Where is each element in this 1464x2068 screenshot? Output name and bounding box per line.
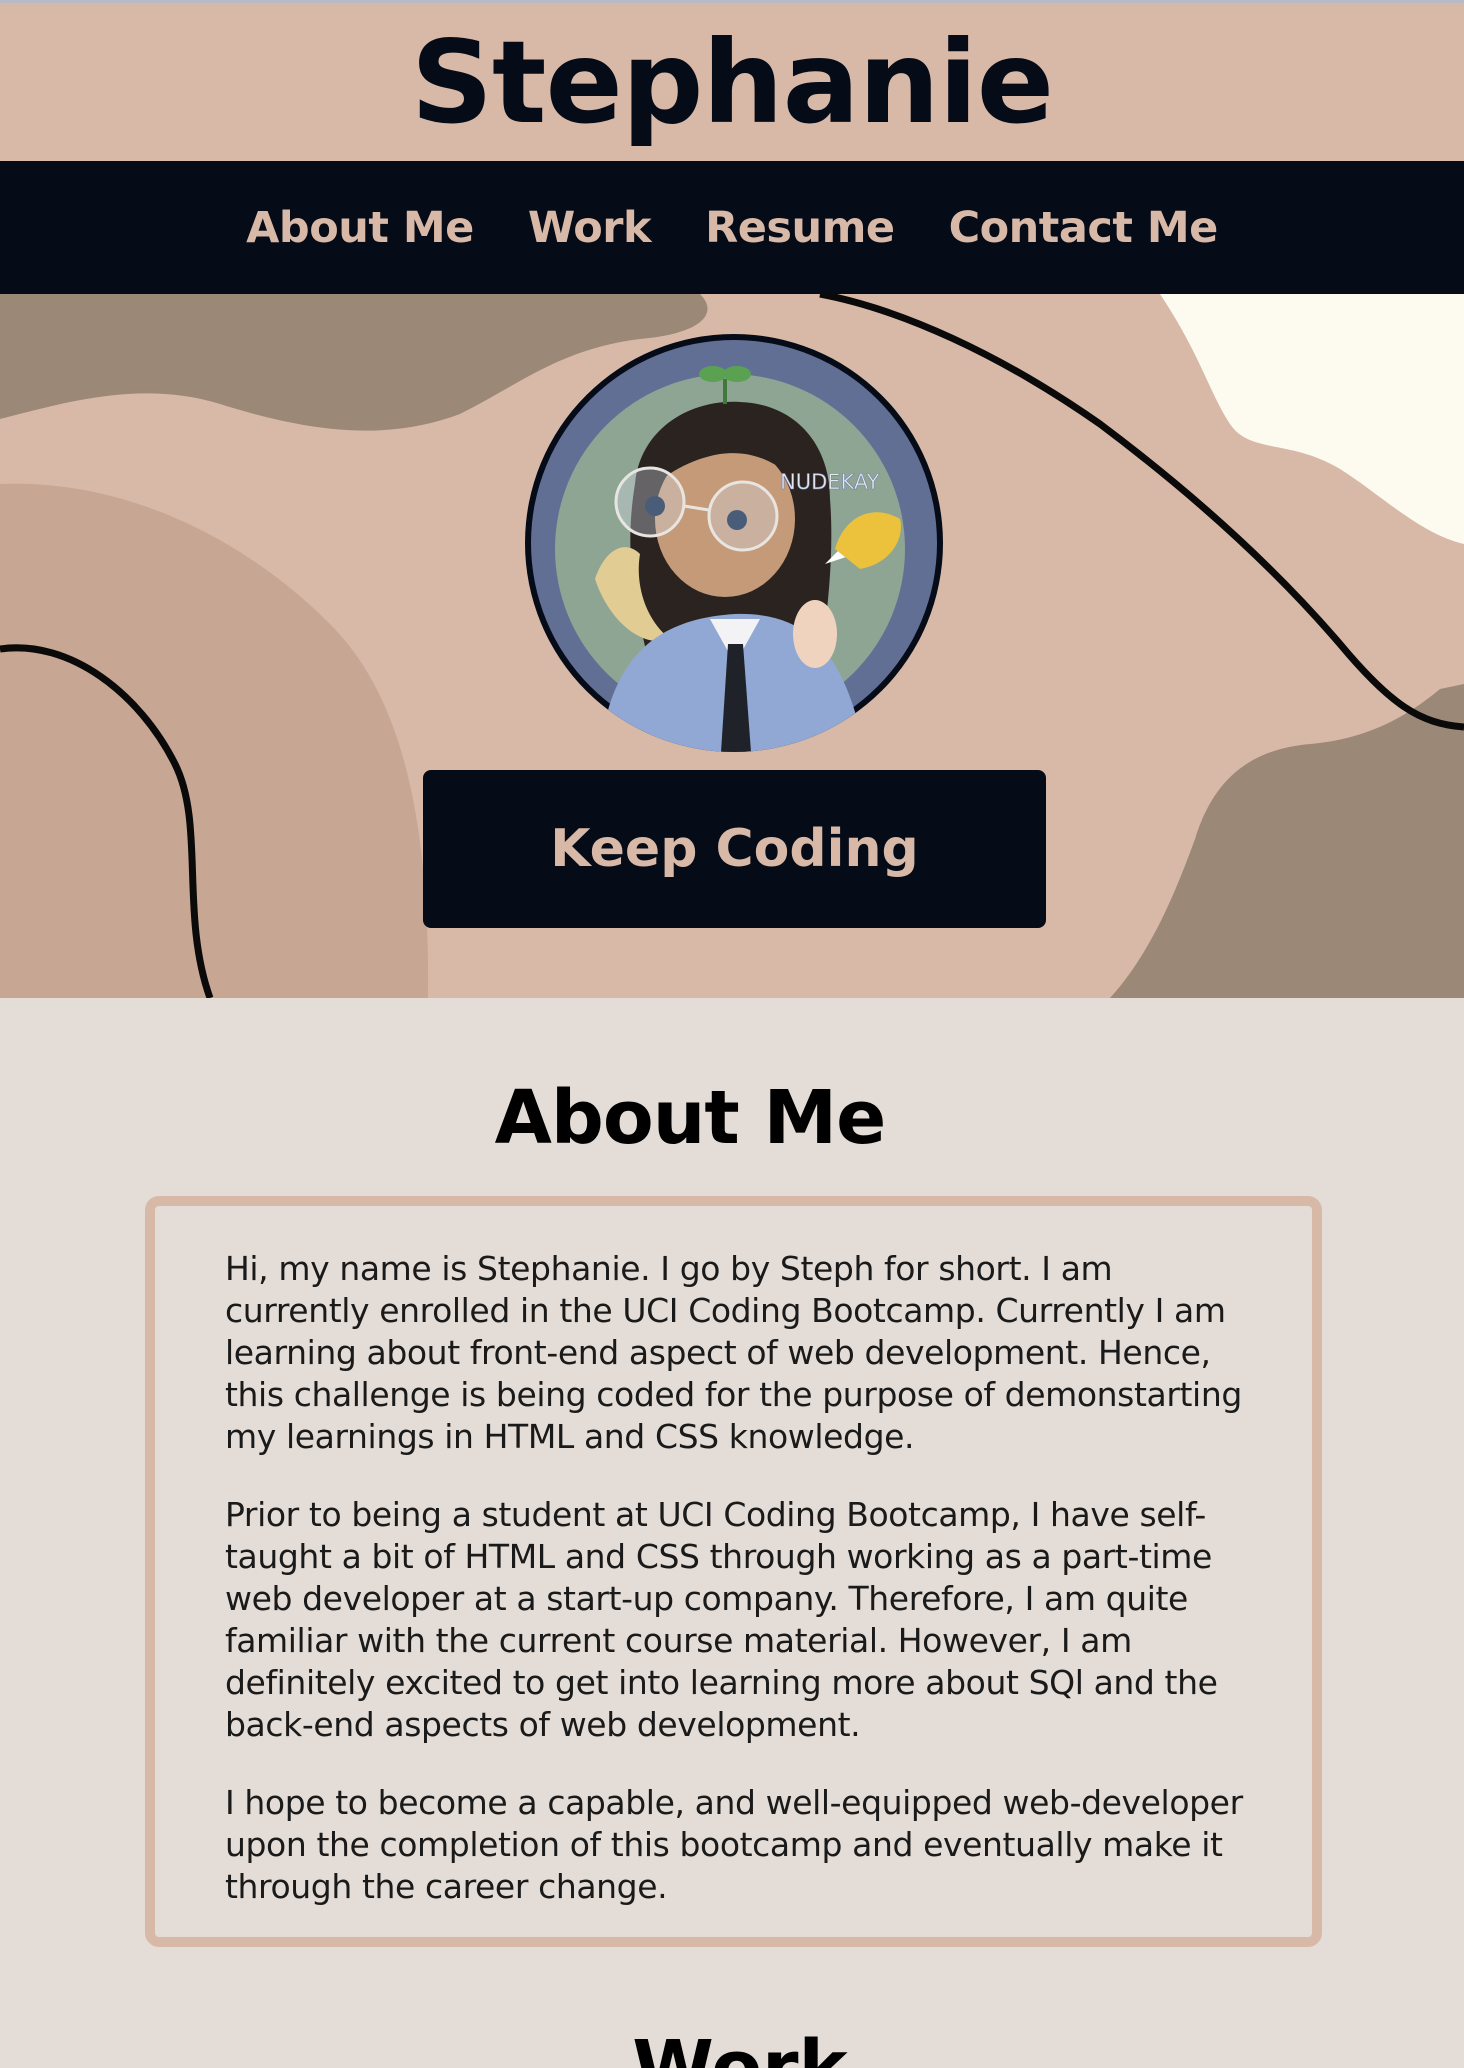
about-paragraph-1: Hi, my name is Stephanie. I go by Steph … [225,1249,1242,1456]
nav-link-resume[interactable]: Resume [705,203,895,253]
site-header: Stephanie [0,0,1464,161]
about-me-card: Hi, my name is Stephanie. I go by Steph … [145,1196,1322,1947]
avatar-watermark: NUDEKAY [780,470,880,494]
avatar-illustration: NUDEKAY [531,340,937,752]
site-title: Stephanie [410,16,1054,149]
about-paragraph-2: Prior to being a student at UCI Coding B… [225,1495,1218,1744]
keep-coding-button[interactable]: Keep Coding [423,770,1046,928]
main-nav: About Me Work Resume Contact Me [0,161,1464,294]
about-me-heading: About Me [494,1075,887,1161]
nav-link-work[interactable]: Work [528,203,652,253]
hero-section: NUDEKAY Keep Coding [0,294,1464,998]
about-paragraph-3: I hope to become a capable, and well-equ… [225,1783,1243,1906]
nav-link-about-me[interactable]: About Me [246,203,474,253]
work-heading: Work [632,2025,848,2068]
profile-avatar: NUDEKAY [525,334,943,752]
nav-link-contact-me[interactable]: Contact Me [949,203,1219,253]
